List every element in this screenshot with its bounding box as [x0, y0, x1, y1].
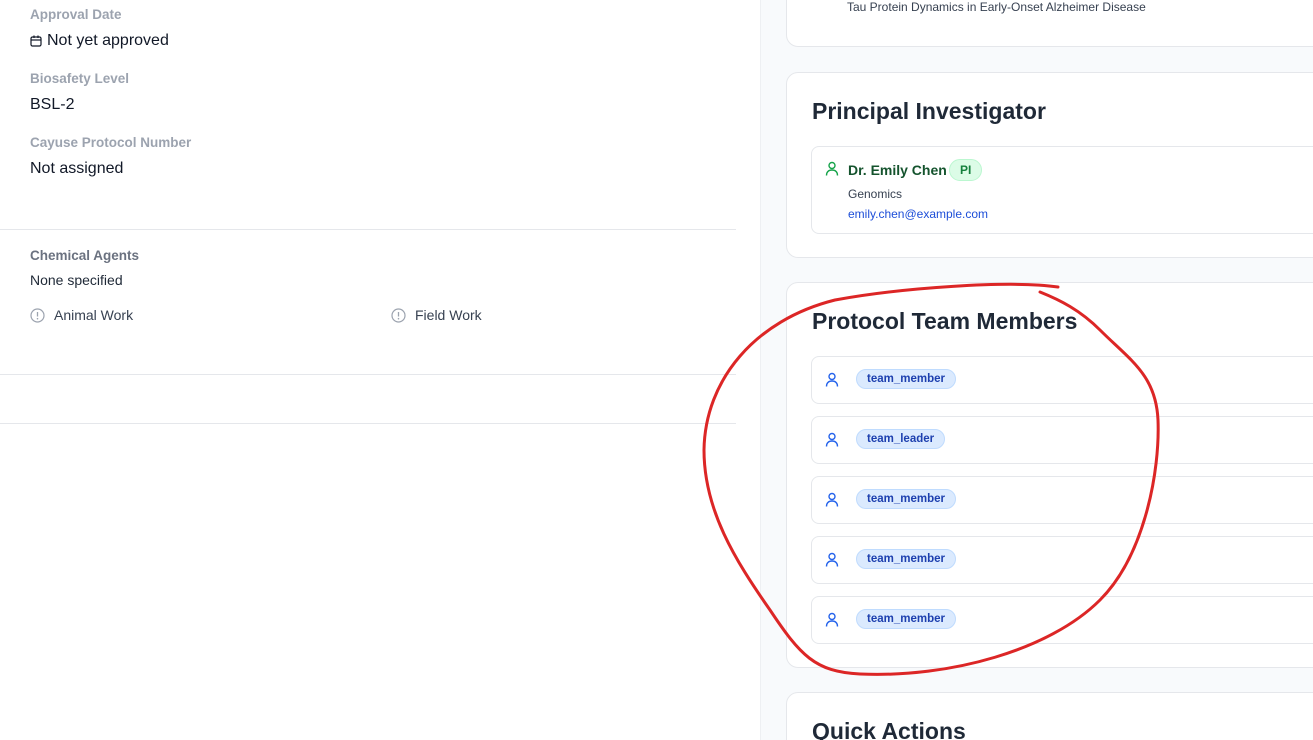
team-heading: Protocol Team Members [812, 308, 1078, 334]
member-role-badge: team_member [856, 549, 956, 569]
section-divider [0, 423, 736, 424]
team-member-row[interactable]: team_member [811, 476, 1313, 524]
section-divider [0, 229, 736, 230]
info-circle-icon [30, 307, 45, 323]
biosafety-level-label: Biosafety Level [30, 71, 130, 86]
member-role-badge: team_member [856, 489, 956, 509]
protocol-details-panel: Approval Date Not yet approved Biosafety… [0, 0, 736, 740]
biosafety-level-value: BSL-2 [30, 96, 75, 113]
section-divider [0, 374, 736, 375]
user-icon [825, 372, 839, 393]
animal-work-flag: Animal Work [30, 307, 133, 323]
pi-email-link[interactable]: emily.chen@example.com [848, 207, 988, 221]
principal-investigator-card: Principal Investigator Dr. Emily Chen PI… [786, 72, 1313, 258]
sidebar-column: Tau Protein Dynamics in Early-Onset Alzh… [760, 0, 1313, 740]
member-role-badge: team_member [856, 609, 956, 629]
member-role-badge: team_member [856, 369, 956, 389]
member-role-badge: team_leader [856, 429, 946, 449]
chemical-agents-value: None specified [30, 272, 123, 288]
chemical-agents-label: Chemical Agents [30, 248, 140, 263]
pi-department: Genomics [848, 187, 903, 201]
pi-name: Dr. Emily Chen [848, 162, 947, 178]
animal-work-label: Animal Work [54, 307, 134, 323]
approval-date-label: Approval Date [30, 7, 122, 22]
team-member-row[interactable]: team_member [811, 536, 1313, 584]
pi-entry[interactable]: Dr. Emily Chen PI Genomics emily.chen@ex… [811, 146, 1313, 234]
user-icon [825, 492, 839, 513]
team-member-row[interactable]: team_leader [811, 416, 1313, 464]
user-icon [825, 612, 839, 633]
cayuse-protocol-label: Cayuse Protocol Number [30, 135, 192, 150]
team-member-row[interactable]: team_member [811, 596, 1313, 644]
calendar-icon [30, 35, 42, 47]
quick-actions-heading: Quick Actions [812, 718, 966, 740]
user-icon [825, 552, 839, 573]
user-icon [825, 432, 839, 453]
approval-date-text: Not yet approved [47, 32, 169, 49]
protocol-title-text: Tau Protein Dynamics in Early-Onset Alzh… [847, 0, 1146, 14]
pi-role-badge: PI [949, 159, 983, 181]
team-members-card: Protocol Team Members team_member team_l… [786, 282, 1313, 668]
team-member-row[interactable]: team_member [811, 356, 1313, 404]
field-work-flag: Field Work [391, 307, 482, 323]
user-icon [825, 161, 839, 182]
protocol-overview-card: Tau Protein Dynamics in Early-Onset Alzh… [786, 0, 1313, 47]
field-work-label: Field Work [415, 307, 482, 323]
cayuse-protocol-value: Not assigned [30, 160, 124, 177]
info-circle-icon [391, 307, 406, 323]
approval-date-value: Not yet approved [30, 32, 169, 50]
quick-actions-card: Quick Actions [786, 692, 1313, 740]
pi-heading: Principal Investigator [812, 98, 1046, 124]
